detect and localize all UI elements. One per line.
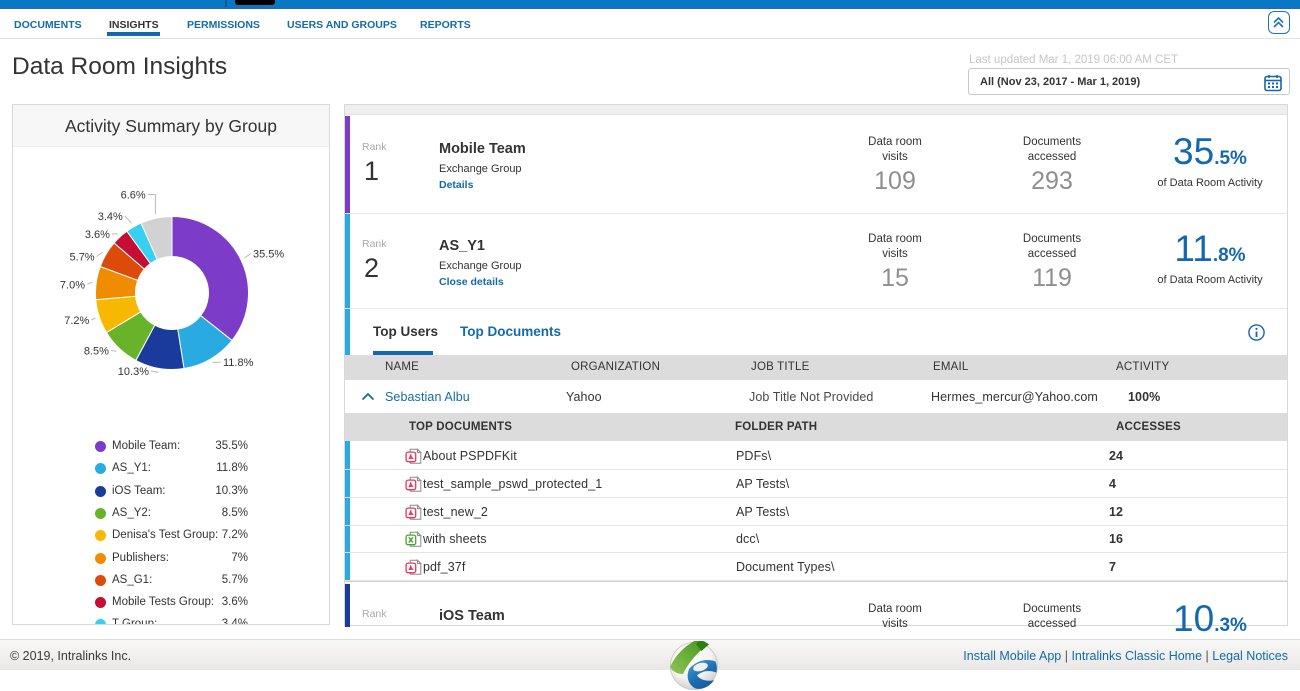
svg-text:7.2%: 7.2% (64, 315, 89, 327)
svg-text:10.3%: 10.3% (118, 366, 149, 378)
svg-text:6.6%: 6.6% (121, 190, 146, 202)
svg-text:7.0%: 7.0% (60, 279, 85, 291)
svg-text:8.5%: 8.5% (84, 346, 109, 358)
svg-text:35.5%: 35.5% (253, 249, 284, 261)
svg-text:3.4%: 3.4% (98, 211, 123, 223)
svg-text:3.6%: 3.6% (85, 229, 110, 241)
svg-text:11.8%: 11.8% (223, 357, 254, 369)
svg-text:5.7%: 5.7% (70, 252, 95, 264)
